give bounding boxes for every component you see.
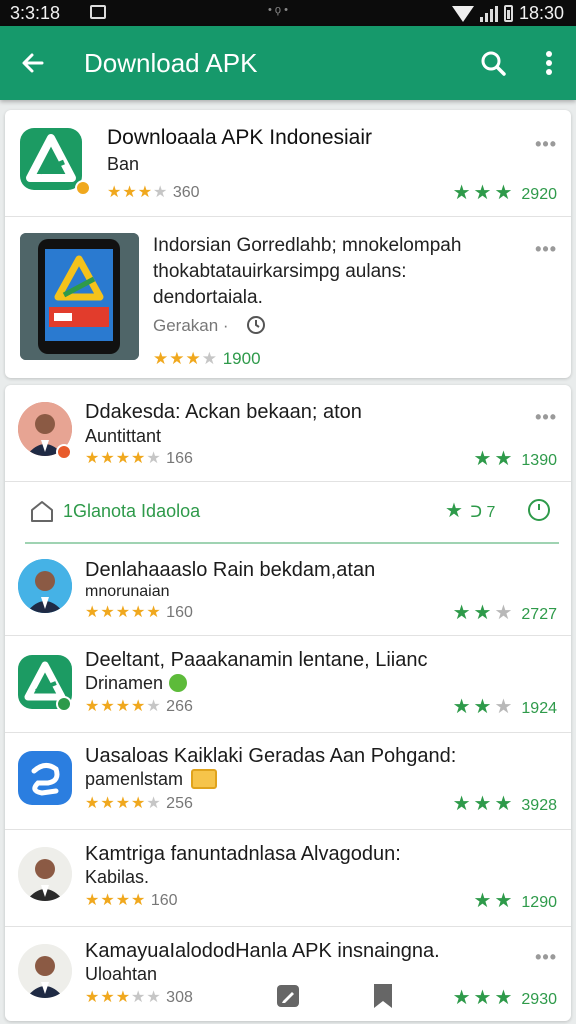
category-row[interactable]: 1Glanota Idaoloa ★ ᑐ 7 — [5, 482, 571, 542]
clock-icon — [246, 315, 266, 340]
more-options-icon[interactable]: ••• — [535, 134, 557, 155]
featured-card: Downloaala APK Indonesiair ••• Ban ★★★★ … — [5, 110, 571, 378]
search-icon[interactable] — [476, 46, 510, 80]
item-line: Indorsian Gorredlahb; mnokelompah — [153, 235, 462, 256]
arrow-back-icon[interactable] — [16, 46, 50, 80]
item-score: ★★★ 2930 — [452, 987, 557, 1009]
more-options-icon[interactable]: ••• — [535, 947, 557, 968]
app-icon — [18, 751, 72, 805]
avatar — [18, 847, 72, 901]
wifi-icon — [451, 5, 474, 22]
app-bar: Download APK — [0, 26, 576, 100]
list-item[interactable]: Deeltant, Paaakanamin lentane, Liianc Dr… — [5, 636, 571, 732]
list-item[interactable]: Indorsian Gorredlahb; mnokelompah thokab… — [5, 217, 571, 377]
edit-icon[interactable] — [273, 981, 303, 1016]
item-rating: ★★★★★ 266 — [85, 698, 193, 715]
item-rating: ★★★★ 360 — [107, 184, 200, 201]
status-clock: 18:30 — [518, 3, 564, 23]
verified-badge-icon — [56, 696, 72, 712]
item-title: Deeltant, Paaakanamin lentane, Liianc — [85, 649, 428, 671]
list-item[interactable]: Downloaala APK Indonesiair ••• Ban ★★★★ … — [5, 110, 571, 216]
item-title: Downloaala APK Indonesiair — [107, 126, 373, 149]
item-meta: Gerakan · — [153, 316, 229, 335]
item-subtitle: Uloahtan — [85, 964, 158, 984]
category-score: ★ ᑐ 7 — [445, 500, 496, 522]
item-rating: ★★★★★ 160 — [85, 604, 193, 621]
app-icon — [20, 128, 82, 190]
item-rating: ★★★★★ 256 — [85, 795, 193, 812]
bookmark-icon[interactable] — [369, 981, 397, 1016]
item-rating: ★★★★ 1900 — [153, 349, 261, 368]
promo-badge-icon — [191, 769, 217, 789]
item-score: ★★★ 2727 — [452, 602, 557, 624]
status-time: 3:3:18 — [10, 3, 61, 23]
item-line: dendortaiala. — [153, 287, 263, 308]
signal-icon — [479, 5, 498, 22]
battery-icon — [503, 5, 513, 22]
avatar — [18, 559, 72, 613]
item-subtitle: Drinamen — [85, 673, 164, 693]
category-label: 1Glanota Idaoloa — [63, 501, 201, 521]
more-options-icon[interactable]: ••• — [535, 407, 557, 428]
more-options-icon[interactable]: ••• — [535, 239, 557, 260]
item-score: ★★★ 3928 — [452, 793, 557, 815]
item-subtitle: Kabilas. — [85, 867, 150, 887]
item-subtitle: Ban — [107, 154, 140, 174]
status-center-indicator: • ϙ • — [268, 4, 288, 16]
item-subtitle: mnorunaian — [85, 583, 170, 600]
check-badge-icon — [169, 674, 187, 692]
app-screenshot — [20, 233, 139, 360]
list-item[interactable]: Uasaloas Kaiklaki Geradas Aan Pohgand: p… — [5, 733, 571, 829]
item-rating: ★★★★★ 308 — [85, 989, 193, 1006]
page-title: Download APK — [84, 48, 258, 78]
list-item[interactable]: Denlahaaaslo Rain bekdam,atan mnorunaian… — [5, 545, 571, 635]
clock-icon[interactable] — [527, 498, 551, 527]
image-notification-icon — [90, 5, 106, 19]
item-title: Denlahaaaslo Rain bekdam,atan — [85, 559, 376, 581]
list-item[interactable]: Kamtriga fanuntadnlasa Alvagodun: Kabila… — [5, 830, 571, 926]
item-rating: ★★★★★ 166 — [85, 450, 193, 467]
item-subtitle: Auntittant — [85, 426, 162, 446]
more-vert-icon[interactable] — [532, 46, 566, 80]
item-rating: ★★★★ 160 — [85, 892, 178, 909]
item-title: KamayuaIalododHanla APK insnaingna. — [85, 940, 440, 962]
house-icon — [29, 499, 55, 528]
item-score: ★★★ 2920 — [452, 182, 557, 204]
item-score: ★★★ 1924 — [452, 696, 557, 718]
item-subtitle: pamenlstam — [85, 769, 184, 789]
list-item[interactable]: Ddakesda: Ackan bekaan; aton ••• Auntitt… — [5, 385, 571, 481]
avatar — [18, 944, 72, 998]
item-score: ★★ 1390 — [473, 448, 557, 470]
status-bar: 3:3:18 • ϙ • 18:30 — [0, 0, 576, 26]
list-item[interactable]: KamayuaIalododHanla APK insnaingna. ••• … — [5, 927, 571, 1021]
status-badge-icon — [56, 444, 72, 460]
verified-badge-icon — [75, 180, 91, 196]
item-title: Ddakesda: Ackan bekaan; aton — [85, 401, 362, 423]
item-title: Kamtriga fanuntadnlasa Alvagodun: — [85, 843, 401, 865]
item-title: Uasaloas Kaiklaki Geradas Aan Pohgand: — [85, 745, 457, 767]
app-list-card: Ddakesda: Ackan bekaan; aton ••• Auntitt… — [5, 385, 571, 1021]
item-line: thokabtatauirkarsimpg aulans: — [153, 261, 407, 282]
divider — [25, 542, 559, 544]
item-score: ★★ 1290 — [473, 890, 557, 912]
